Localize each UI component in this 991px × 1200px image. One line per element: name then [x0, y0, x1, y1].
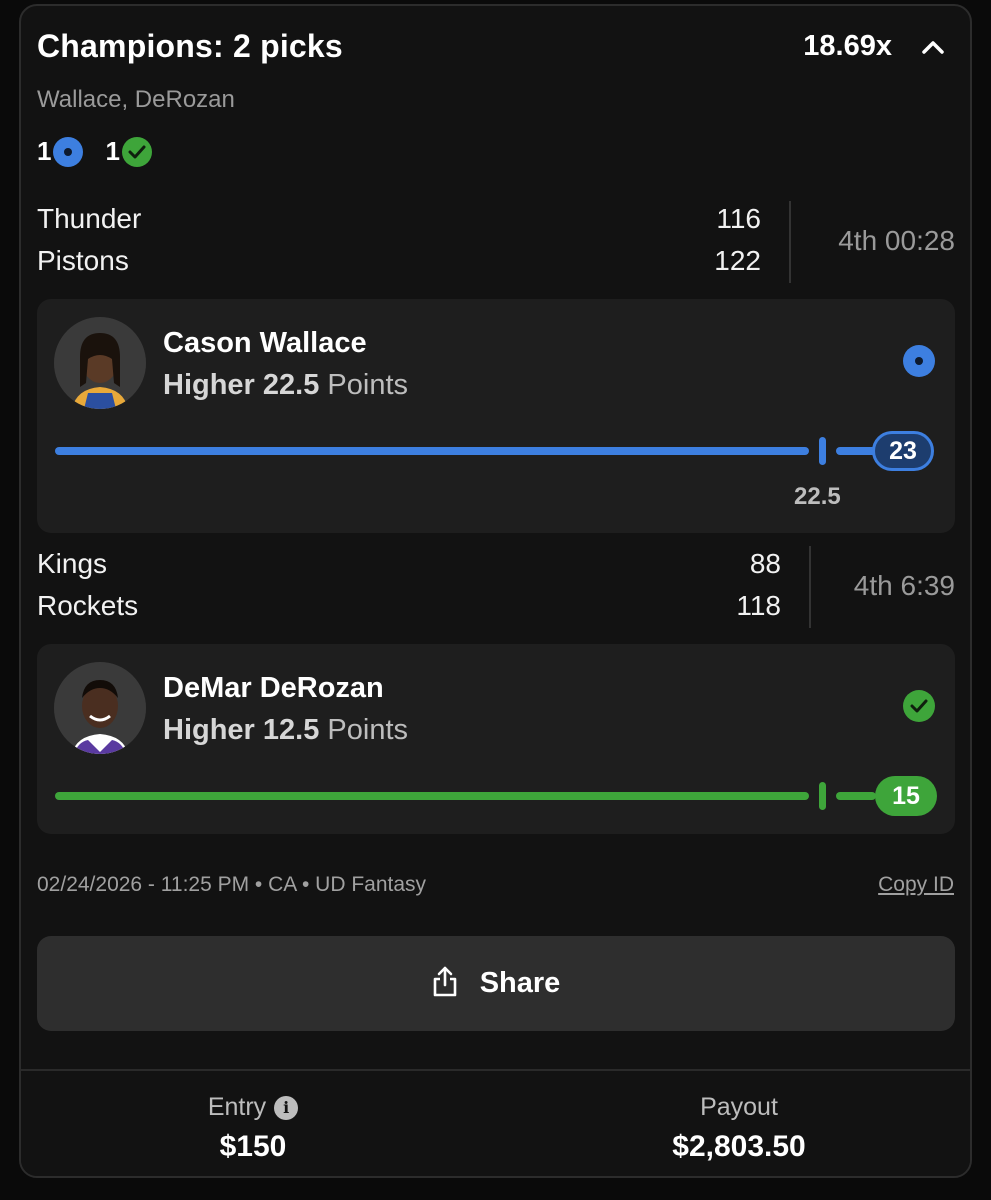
copy-id-link[interactable]: Copy ID — [878, 873, 954, 897]
live-dot-icon — [903, 345, 935, 377]
live-dot-icon — [53, 136, 84, 167]
chevron-up-icon[interactable] — [918, 32, 948, 62]
team-name: Pistons — [37, 245, 129, 276]
pick-line: Higher 22.5 Points — [163, 369, 408, 402]
divider — [809, 546, 811, 628]
pick-stat: Points — [327, 369, 409, 401]
entry-meta: 02/24/2026 - 11:25 PM • CA • UD Fantasy — [37, 873, 427, 896]
entry-value: $150 — [219, 1130, 287, 1163]
entry-amount: Entry i $150 — [103, 1093, 403, 1164]
pick-line: Higher 12.5 Points — [163, 714, 408, 747]
player-name: Cason Wallace — [163, 327, 367, 359]
line-marker — [819, 782, 826, 810]
team-score: 122 — [714, 245, 761, 276]
pick-stat: Points — [327, 714, 409, 746]
team-score: 116 — [716, 203, 761, 234]
share-button[interactable]: Share — [37, 936, 955, 1031]
team-name: Kings — [37, 548, 108, 579]
info-icon[interactable]: i — [274, 1095, 299, 1120]
game-clock: 4th 6:39 — [853, 570, 955, 601]
payout-label: Payout — [700, 1093, 778, 1121]
share-label: Share — [479, 967, 561, 999]
pick-line-value: 12.5 — [262, 714, 320, 746]
avatar — [54, 317, 146, 409]
won-count: 1 — [105, 136, 120, 166]
game-clock: 4th 00:28 — [838, 225, 955, 256]
share-icon — [432, 965, 458, 1002]
live-count: 1 — [37, 136, 52, 166]
payout-amount: Payout $2,803.50 — [589, 1093, 889, 1164]
progress-track — [55, 447, 809, 455]
current-stat-badge: 15 — [875, 776, 937, 816]
pick-card[interactable]: Cason Wallace Higher 22.5 Points 23 22.5 — [37, 299, 955, 533]
team-score: 118 — [736, 590, 781, 621]
progress-track — [55, 792, 809, 800]
pick-card[interactable]: DeMar DeRozan Higher 12.5 Points 15 — [37, 644, 955, 834]
entry-title: Champions: 2 picks — [37, 28, 343, 64]
pick-line-value: 22.5 — [262, 369, 320, 401]
player-name: DeMar DeRozan — [163, 672, 384, 704]
current-stat-badge: 23 — [872, 431, 934, 471]
line-marker — [819, 437, 826, 465]
game-score-row: Kings Rockets 88 118 4th 6:39 — [37, 546, 955, 636]
progress-track-tail — [836, 792, 876, 800]
picked-players-summary: Wallace, DeRozan — [37, 86, 235, 113]
entry-footer: Entry i $150 Payout $2,803.50 — [21, 1069, 970, 1176]
team-name: Rockets — [37, 590, 139, 621]
status-summary: 1 1 — [37, 136, 174, 167]
game-score-row: Thunder Pistons 116 122 4th 00:28 — [37, 201, 955, 291]
check-icon — [903, 690, 935, 722]
entry-label: Entry — [207, 1093, 267, 1121]
pick-direction: Higher — [163, 369, 255, 401]
payout-multiplier: 18.69x — [803, 30, 892, 62]
team-score: 88 — [749, 548, 781, 579]
team-name: Thunder — [37, 203, 142, 234]
entry-card: Champions: 2 picks 18.69x Wallace, DeRoz… — [19, 4, 972, 1178]
line-label: 22.5 — [794, 483, 841, 510]
progress-track-tail — [836, 447, 876, 455]
check-icon — [121, 136, 152, 167]
payout-value: $2,803.50 — [672, 1130, 806, 1163]
divider — [789, 201, 791, 283]
avatar — [54, 662, 146, 754]
pick-direction: Higher — [163, 714, 255, 746]
